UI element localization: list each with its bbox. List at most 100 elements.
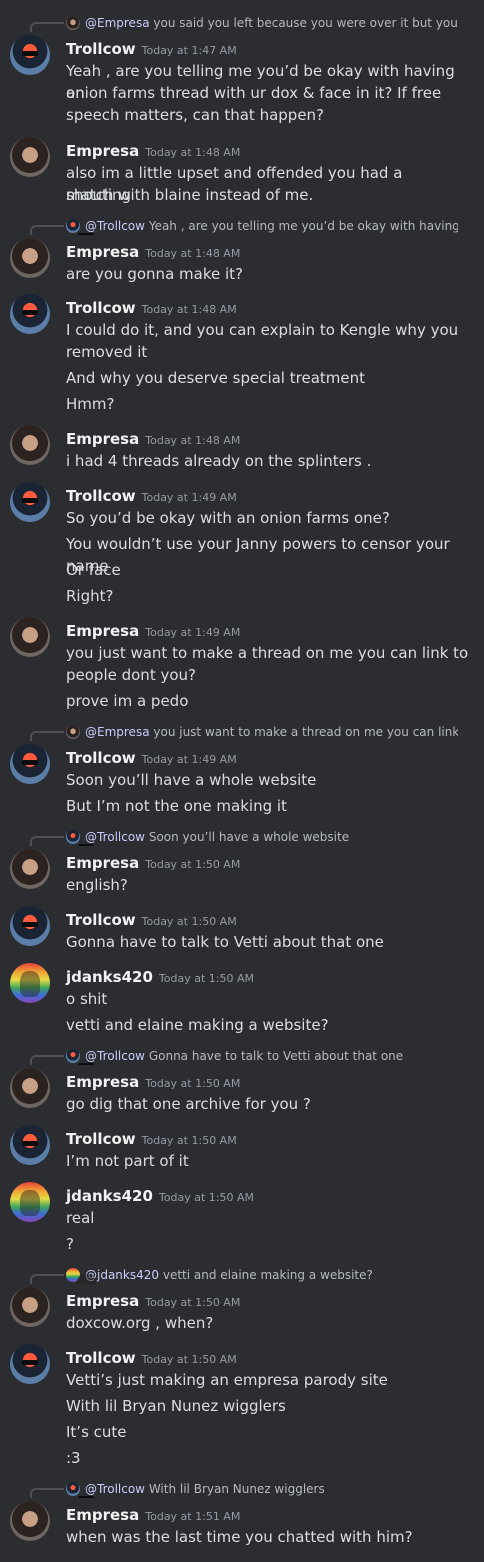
- reply-preview[interactable]: @Trollcow Gonna have to talk to Vetti ab…: [66, 1047, 458, 1065]
- username[interactable]: Trollcow: [66, 1130, 136, 1148]
- reply-mention[interactable]: @Trollcow: [85, 1482, 145, 1496]
- reply-preview[interactable]: @Empresa you just want to make a thread …: [66, 723, 458, 741]
- message-header: Empresa Today at 1:48 AM: [66, 241, 240, 263]
- avatar[interactable]: [10, 1344, 50, 1384]
- avatar[interactable]: [10, 137, 50, 177]
- avatar[interactable]: [10, 1068, 50, 1108]
- reply-mention[interactable]: @Trollcow: [85, 1049, 145, 1063]
- username[interactable]: Empresa: [66, 142, 139, 160]
- message-text: Hmm?: [66, 395, 115, 413]
- avatar[interactable]: [10, 1182, 50, 1222]
- avatar[interactable]: [10, 35, 50, 75]
- reply-text: Gonna have to talk to Vetti about that o…: [148, 1049, 404, 1063]
- message-header: Empresa Today at 1:48 AM: [66, 428, 240, 450]
- avatar[interactable]: [10, 744, 50, 784]
- avatar[interactable]: [10, 963, 50, 1003]
- avatar[interactable]: [10, 1501, 50, 1541]
- username[interactable]: Trollcow: [66, 911, 136, 929]
- reply-text: you just want to make a thread on me you…: [153, 725, 458, 739]
- timestamp: Today at 1:50 AM: [145, 858, 241, 871]
- message-header: Trollcow Today at 1:48 AM: [66, 297, 237, 319]
- message-header: Empresa Today at 1:50 AM: [66, 852, 240, 874]
- avatar[interactable]: [10, 906, 50, 946]
- message-text: Or face: [66, 561, 121, 579]
- reply-avatar: [66, 830, 80, 844]
- timestamp: Today at 1:50 AM: [145, 1077, 241, 1090]
- reply-text: Yeah , are you telling me you’d be okay …: [148, 219, 458, 233]
- username[interactable]: Trollcow: [66, 40, 136, 58]
- message-text: So you’d be okay with an onion farms one…: [66, 509, 390, 527]
- reply-text: With lil Bryan Nunez wigglers: [148, 1482, 325, 1496]
- message-header: Empresa Today at 1:50 AM: [66, 1071, 240, 1093]
- username[interactable]: Empresa: [66, 1506, 139, 1524]
- username[interactable]: Empresa: [66, 243, 139, 261]
- username[interactable]: Trollcow: [66, 1349, 136, 1367]
- reply-preview[interactable]: @Trollcow Soon you’ll have a whole websi…: [66, 828, 458, 846]
- reply-connector: [30, 1274, 64, 1284]
- message-text: With lil Bryan Nunez wigglers: [66, 1397, 286, 1415]
- chat-log: @Empresa you said you left because you w…: [0, 0, 484, 1562]
- message-header: Empresa Today at 1:51 AM: [66, 1504, 240, 1526]
- message-header: Trollcow Today at 1:50 AM: [66, 1347, 237, 1369]
- timestamp: Today at 1:50 AM: [158, 972, 254, 985]
- message-text: doxcow.org , when?: [66, 1314, 214, 1332]
- reply-avatar: [66, 1049, 80, 1063]
- message-text: removed it: [66, 343, 148, 361]
- timestamp: Today at 1:49 AM: [141, 753, 237, 766]
- message-text: speech matters, can that happen?: [66, 106, 325, 124]
- message-text: english?: [66, 876, 128, 894]
- timestamp: Today at 1:48 AM: [141, 303, 237, 316]
- username[interactable]: Empresa: [66, 854, 139, 872]
- reply-preview[interactable]: @jdanks420 vetti and elaine making a web…: [66, 1266, 458, 1284]
- avatar[interactable]: [10, 482, 50, 522]
- reply-text: you said you left because you were over …: [153, 16, 458, 30]
- username[interactable]: jdanks420: [66, 1187, 153, 1205]
- reply-mention[interactable]: @jdanks420: [85, 1268, 159, 1282]
- username[interactable]: Empresa: [66, 1292, 139, 1310]
- timestamp: Today at 1:48 AM: [145, 247, 241, 260]
- reply-preview[interactable]: @Trollcow Yeah , are you telling me you’…: [66, 217, 458, 235]
- message-text: you just want to make a thread on me you…: [66, 644, 469, 662]
- message-text: It’s cute: [66, 1423, 127, 1441]
- timestamp: Today at 1:50 AM: [141, 1134, 237, 1147]
- username[interactable]: Empresa: [66, 430, 139, 448]
- timestamp: Today at 1:48 AM: [145, 434, 241, 447]
- message-text: go dig that one archive for you ?: [66, 1095, 311, 1113]
- username[interactable]: Trollcow: [66, 749, 136, 767]
- avatar[interactable]: [10, 425, 50, 465]
- message-header: Trollcow Today at 1:47 AM: [66, 38, 237, 60]
- avatar[interactable]: [10, 617, 50, 657]
- username[interactable]: Empresa: [66, 622, 139, 640]
- username[interactable]: Trollcow: [66, 487, 136, 505]
- reply-connector: [30, 1055, 64, 1065]
- message-text: o shit: [66, 990, 108, 1008]
- reply-mention[interactable]: @Empresa: [85, 16, 150, 30]
- message-header: Trollcow Today at 1:49 AM: [66, 485, 237, 507]
- message-text: people dont you?: [66, 666, 196, 684]
- message-text: vetti and elaine making a website?: [66, 1016, 329, 1034]
- reply-avatar: [66, 1268, 80, 1282]
- username[interactable]: Empresa: [66, 1073, 139, 1091]
- message-text: are you gonna make it?: [66, 265, 243, 283]
- timestamp: Today at 1:50 AM: [158, 1191, 254, 1204]
- timestamp: Today at 1:50 AM: [145, 1296, 241, 1309]
- username[interactable]: Trollcow: [66, 299, 136, 317]
- message-header: jdanks420 Today at 1:50 AM: [66, 966, 254, 988]
- reply-mention[interactable]: @Empresa: [85, 725, 150, 739]
- reply-preview[interactable]: @Trollcow With lil Bryan Nunez wigglers: [66, 1480, 458, 1498]
- message-text: match with blaine instead of me.: [66, 186, 314, 204]
- username[interactable]: jdanks420: [66, 968, 153, 986]
- reply-preview[interactable]: @Empresa you said you left because you w…: [66, 14, 458, 32]
- reply-text: vetti and elaine making a website?: [162, 1268, 373, 1282]
- avatar[interactable]: [10, 849, 50, 889]
- reply-avatar: [66, 16, 80, 30]
- message-text: Right?: [66, 587, 114, 605]
- message-header: Trollcow Today at 1:49 AM: [66, 747, 237, 769]
- avatar[interactable]: [10, 238, 50, 278]
- avatar[interactable]: [10, 294, 50, 334]
- avatar[interactable]: [10, 1125, 50, 1165]
- reply-mention[interactable]: @Trollcow: [85, 830, 145, 844]
- avatar[interactable]: [10, 1287, 50, 1327]
- reply-mention[interactable]: @Trollcow: [85, 219, 145, 233]
- message-text: Gonna have to talk to Vetti about that o…: [66, 933, 384, 951]
